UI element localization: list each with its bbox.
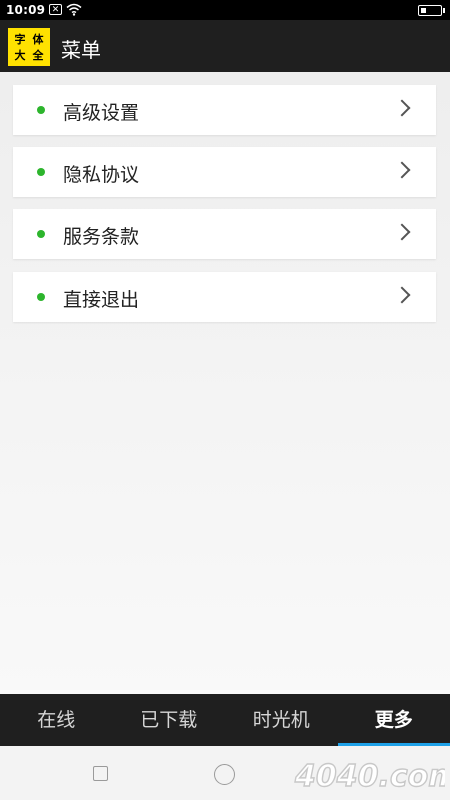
status-bar: 10:09 ✕ (0, 0, 450, 20)
menu-item-terms-of-service[interactable]: 服务条款 (13, 209, 436, 259)
menu-item-advanced-settings[interactable]: 高级设置 (13, 85, 436, 135)
tab-online[interactable]: 在线 (0, 694, 113, 746)
chevron-right-icon (393, 161, 411, 179)
bottom-tab-bar: 在线 已下载 时光机 更多 (0, 694, 450, 746)
menu-list: 高级设置 隐私协议 服务条款 直接退出 (0, 72, 450, 694)
logo-char: 全 (32, 48, 44, 62)
status-time: 10:09 (6, 3, 46, 17)
recent-apps-icon[interactable] (93, 766, 108, 781)
menu-item-label: 服务条款 (63, 226, 140, 248)
close-notification-icon: ✕ (49, 4, 62, 15)
watermark-logo: 4040.com (293, 758, 445, 794)
bullet-dot-icon (37, 106, 45, 114)
app-logo[interactable]: 字 体 大 全 (8, 28, 50, 66)
tab-more[interactable]: 更多 (337, 694, 450, 746)
chevron-right-icon (393, 223, 411, 241)
tab-time-machine[interactable]: 时光机 (225, 694, 338, 746)
menu-item-exit[interactable]: 直接退出 (13, 272, 436, 322)
app-header: 字 体 大 全 菜单 (0, 20, 450, 72)
bullet-dot-icon (37, 168, 45, 176)
chevron-right-icon (393, 99, 411, 117)
tab-label: 更多 (374, 709, 413, 731)
logo-char: 字 (14, 32, 26, 46)
menu-item-label: 直接退出 (63, 289, 140, 311)
bullet-dot-icon (37, 293, 45, 301)
menu-item-label: 高级设置 (63, 102, 140, 124)
tab-downloaded[interactable]: 已下载 (113, 694, 226, 746)
chevron-right-icon (393, 286, 411, 304)
home-icon[interactable] (214, 764, 235, 785)
logo-char: 体 (32, 32, 44, 46)
watermark-text: 4040.com (294, 759, 445, 794)
battery-icon (418, 5, 445, 16)
menu-item-label: 隐私协议 (63, 164, 140, 186)
menu-item-privacy-policy[interactable]: 隐私协议 (13, 147, 436, 197)
page-title: 菜单 (61, 38, 101, 62)
wifi-icon (66, 3, 82, 16)
bullet-dot-icon (37, 230, 45, 238)
logo-char: 大 (14, 48, 26, 62)
